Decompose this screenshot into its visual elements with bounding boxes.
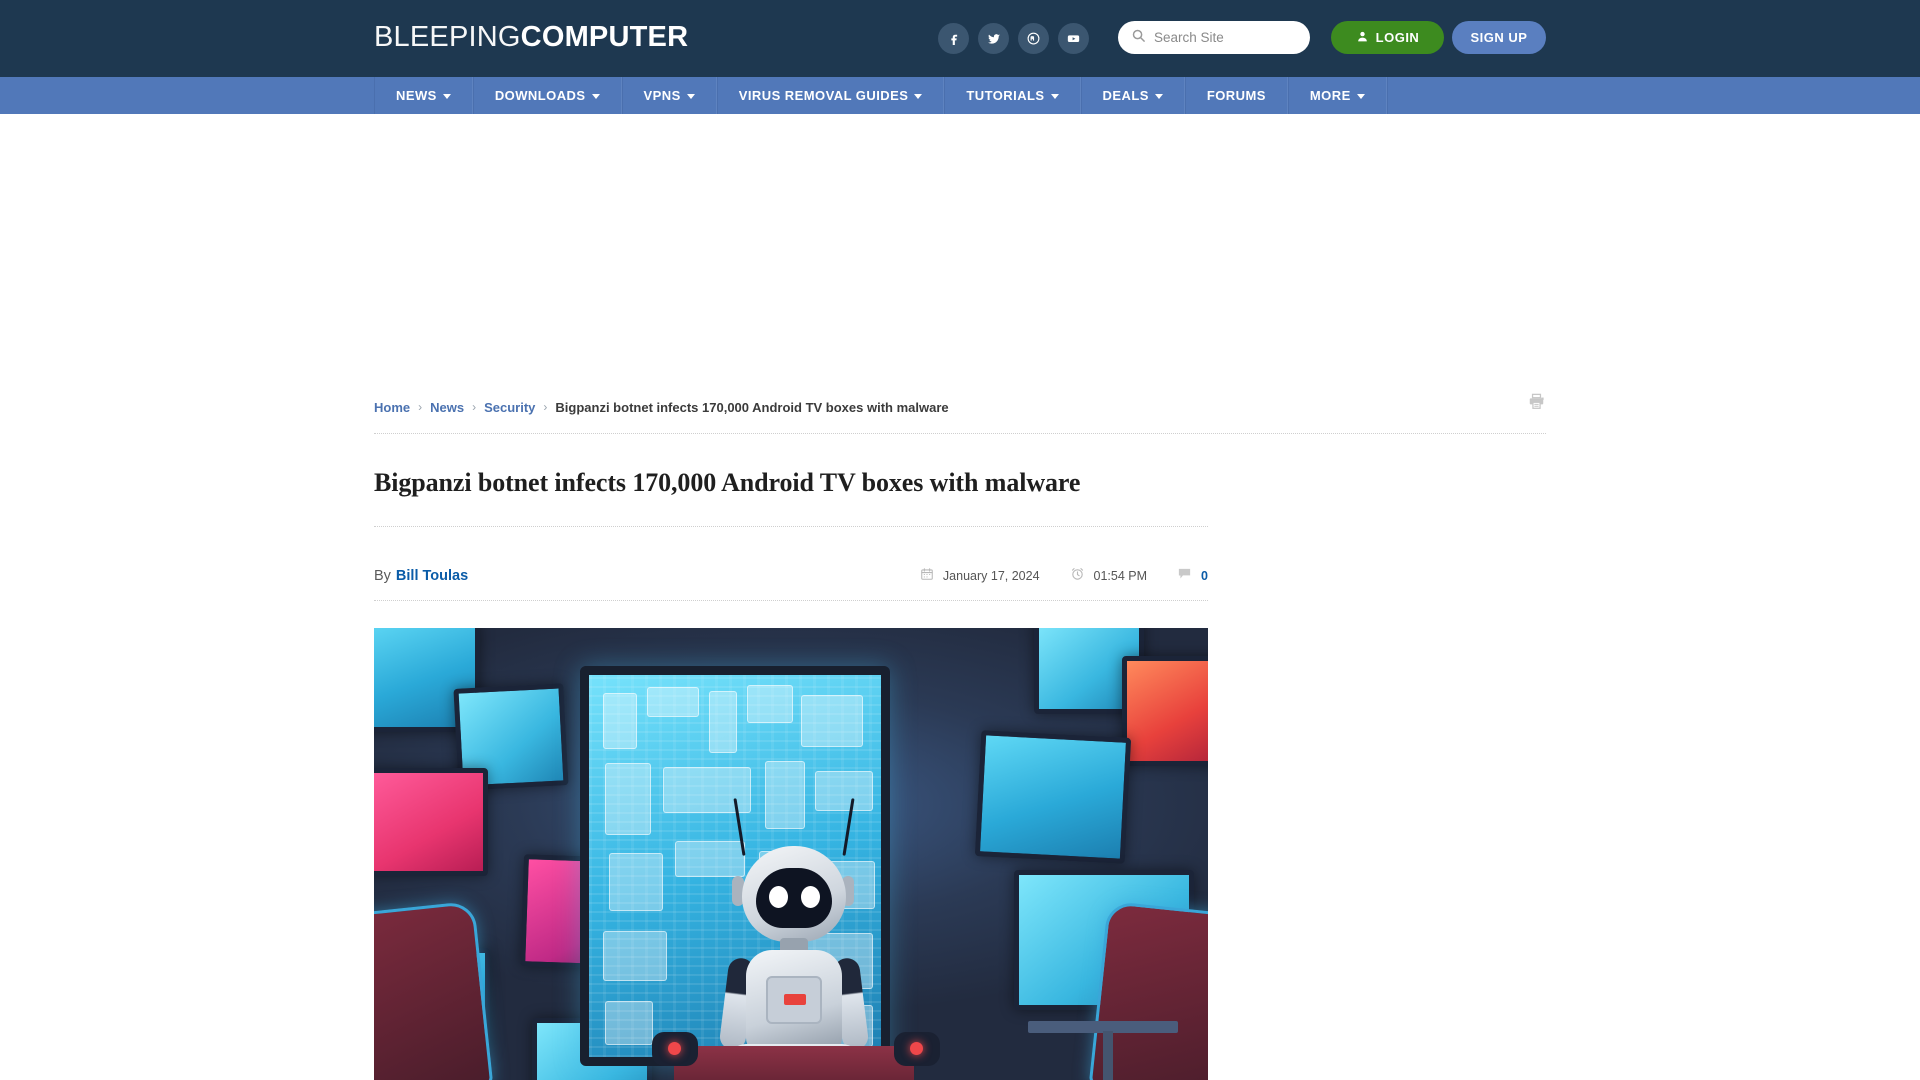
time-text: 01:54 PM	[1093, 569, 1148, 583]
nav-label: FORUMS	[1206, 88, 1266, 103]
article-content: Home › News › Security › Bigpanzi botnet…	[0, 392, 1920, 1080]
logo-text-bold: COMPUTER	[520, 21, 689, 53]
desk-leg	[1103, 1031, 1113, 1080]
article-meta: January 17, 2024 01:54 PM 0	[920, 566, 1208, 586]
chevron-down-icon	[1356, 94, 1365, 99]
calendar-icon	[920, 567, 934, 586]
nav-label: NEWS	[396, 88, 437, 103]
chevron-down-icon	[591, 94, 600, 99]
breadcrumb: Home › News › Security › Bigpanzi botnet…	[374, 392, 1546, 422]
search-box[interactable]	[1118, 21, 1310, 54]
chevron-down-icon	[914, 94, 923, 99]
login-label: LOGIN	[1375, 30, 1420, 45]
breadcrumb-separator: ›	[472, 400, 477, 414]
chevron-down-icon	[442, 94, 451, 99]
nav-item-virus-removal-guides[interactable]: VIRUS REMOVAL GUIDES	[716, 77, 945, 114]
nav-label: DEALS	[1102, 88, 1149, 103]
nav-item-deals[interactable]: DEALS	[1080, 77, 1185, 114]
title-divider	[374, 526, 1208, 527]
nav-label: DOWNLOADS	[494, 88, 586, 103]
chevron-down-icon	[1154, 94, 1163, 99]
user-icon	[1356, 30, 1369, 46]
nav-filler	[1386, 77, 1920, 114]
comment-count[interactable]: 0	[1201, 569, 1208, 583]
foot-light-right	[910, 1042, 923, 1055]
youtube-icon[interactable]	[1058, 23, 1089, 54]
mastodon-icon[interactable]	[1018, 23, 1049, 54]
search-input[interactable]	[1154, 30, 1297, 45]
nav-item-vpns[interactable]: VPNS	[621, 77, 717, 114]
robot-chest-led	[784, 994, 806, 1005]
nav-item-news[interactable]: NEWS	[374, 77, 473, 114]
robot-eye-left	[769, 886, 788, 908]
nav-item-more[interactable]: MORE	[1287, 77, 1387, 114]
antenna-right	[842, 798, 855, 856]
cushion	[674, 1046, 914, 1080]
monitor	[374, 768, 488, 876]
foot-light-left	[668, 1042, 681, 1055]
comment-count-group[interactable]: 0	[1177, 566, 1208, 586]
meta-divider	[374, 600, 1208, 601]
breadcrumb-item-current: Bigpanzi botnet infects 170,000 Android …	[555, 399, 949, 415]
nav-label: TUTORIALS	[966, 88, 1045, 103]
breadcrumb-item-home[interactable]: Home	[374, 400, 410, 415]
nav-item-forums[interactable]: FORUMS	[1184, 77, 1288, 114]
monitor	[974, 730, 1132, 864]
site-header: BLEEPINGCOMPUTER LOGIN SIGN UP	[0, 0, 1920, 77]
article-meta-row: By Bill Toulas January 17, 2024 01:54 PM…	[374, 563, 1208, 589]
publish-date: January 17, 2024	[920, 567, 1040, 586]
advertisement-slot	[0, 114, 1920, 392]
nav-item-tutorials[interactable]: TUTORIALS	[944, 77, 1081, 114]
date-text: January 17, 2024	[942, 569, 1040, 583]
chevron-down-icon	[686, 94, 695, 99]
breadcrumb-separator: ›	[418, 400, 423, 414]
robot-eye-right	[801, 886, 820, 908]
robot-visor	[756, 868, 832, 928]
social-links	[938, 23, 1089, 54]
antenna-left	[733, 798, 746, 856]
twitter-icon[interactable]	[978, 23, 1009, 54]
print-icon[interactable]	[1527, 392, 1546, 416]
monitor	[1122, 656, 1208, 766]
nav-label: VIRUS REMOVAL GUIDES	[738, 88, 909, 103]
article-hero-image	[374, 628, 1208, 1080]
search-icon	[1131, 28, 1146, 48]
signup-button[interactable]: SIGN UP	[1452, 21, 1546, 54]
chevron-down-icon	[1050, 94, 1059, 99]
clock-icon	[1070, 566, 1085, 586]
logo-text-light: BLEEPING	[374, 21, 521, 53]
login-button[interactable]: LOGIN	[1331, 21, 1444, 54]
comment-icon	[1177, 566, 1192, 586]
chair-left	[374, 900, 494, 1080]
by-label: By	[374, 568, 391, 584]
nav-item-downloads[interactable]: DOWNLOADS	[472, 77, 622, 114]
breadcrumb-item-security[interactable]: Security	[484, 400, 535, 415]
page-title: Bigpanzi botnet infects 170,000 Android …	[374, 468, 1081, 497]
nav-label: MORE	[1309, 88, 1351, 103]
publish-time: 01:54 PM	[1070, 566, 1148, 586]
facebook-icon[interactable]	[938, 23, 969, 54]
breadcrumb-item-news[interactable]: News	[430, 400, 464, 415]
breadcrumb-separator: ›	[543, 400, 548, 414]
main-navigation: NEWS DOWNLOADS VPNS VIRUS REMOVAL GUIDES…	[0, 77, 1920, 114]
breadcrumb-divider	[374, 433, 1546, 434]
site-logo[interactable]: BLEEPINGCOMPUTER	[374, 21, 688, 54]
nav-label: VPNS	[643, 88, 681, 103]
author-link[interactable]: Bill Toulas	[396, 568, 468, 584]
signup-label: SIGN UP	[1470, 30, 1528, 45]
